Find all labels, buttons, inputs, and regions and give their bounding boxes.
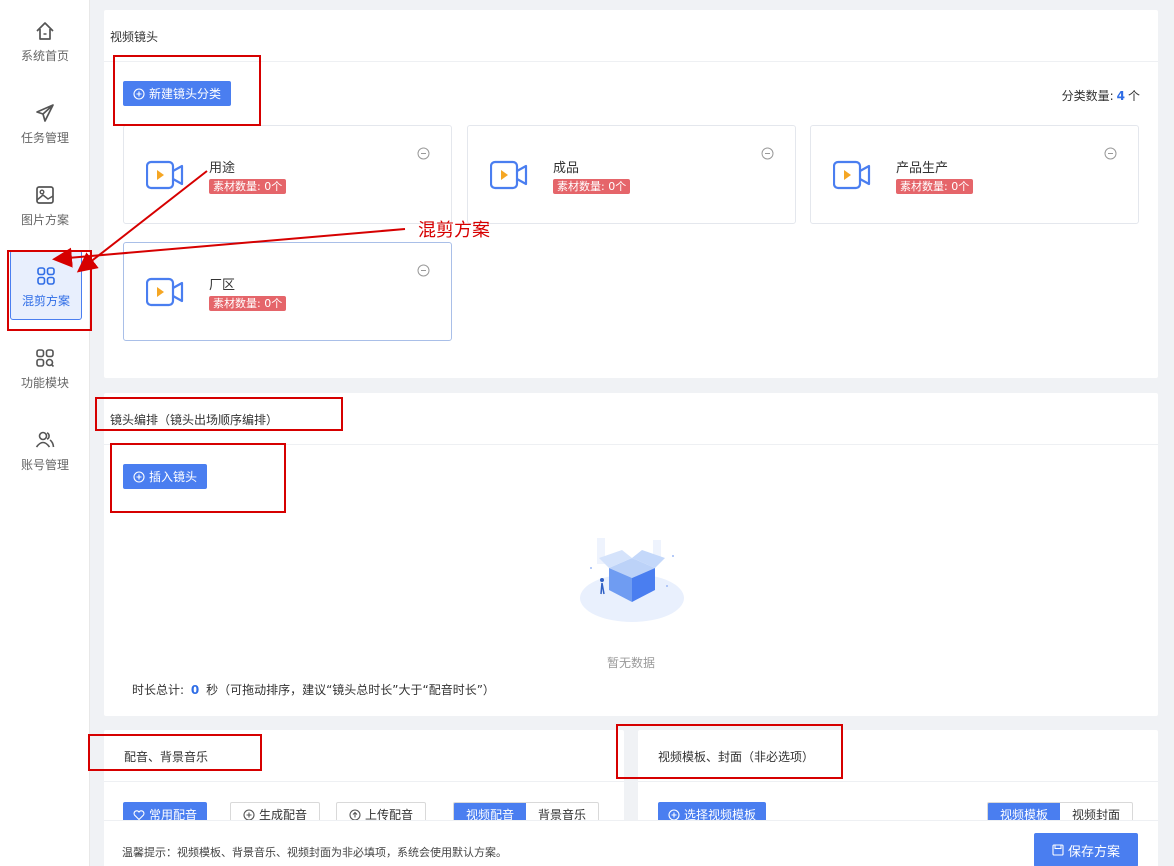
video-camera-icon [146, 160, 184, 190]
footer-tip: 温馨提示：视频模板、背景音乐、视频封面为非必填项，系统会使用默认方案。 [122, 846, 507, 859]
video-camera-icon [490, 160, 528, 190]
count-label: 分类数量: [1061, 89, 1114, 103]
save-plan-label: 保存方案 [1068, 844, 1121, 860]
annotation-box [88, 734, 262, 771]
sidebar-item-home[interactable]: 系统首页 [0, 20, 90, 90]
category-name: 成品 [553, 161, 580, 176]
send-icon [36, 104, 54, 122]
material-count-badge: 素材数量: 0个 [553, 179, 631, 194]
annotation-label: 混剪方案 [418, 220, 490, 241]
empty-box-icon [580, 538, 684, 622]
shots-title: 视频镜头 [110, 30, 159, 44]
remove-icon[interactable] [417, 147, 430, 160]
remove-icon[interactable] [417, 264, 430, 277]
annotation-box [95, 397, 343, 431]
duration-summary: 时长总计: 0 秒（可拖动排序，建议“镜头总时长”大于“配音时长”） [132, 681, 495, 698]
plus-circle-icon [668, 808, 680, 821]
sidebar-item-label: 功能模块 [20, 376, 69, 390]
duration-value: 0 [190, 683, 200, 697]
category-count: 分类数量: 4 个 [1062, 87, 1140, 104]
material-count-badge: 素材数量: 0个 [896, 179, 974, 194]
material-count-badge: 素材数量: 0个 [209, 179, 287, 194]
sidebar-item-accounts[interactable]: 账号管理 [0, 429, 90, 499]
image-icon [36, 186, 54, 204]
users-icon [35, 431, 55, 448]
sidebar-item-tasks[interactable]: 任务管理 [0, 102, 90, 172]
sidebar-item-label: 图片方案 [20, 213, 69, 227]
sidebar-item-modules[interactable]: 功能模块 [0, 347, 90, 417]
category-name: 产品生产 [896, 161, 949, 176]
empty-text: 暂无数据 [607, 656, 656, 670]
divider [104, 61, 1158, 62]
category-card[interactable]: 产品生产 素材数量: 0个 [810, 125, 1139, 224]
annotation-box [110, 443, 286, 513]
count-value: 4 [1116, 89, 1125, 103]
duration-suffix: 秒（可拖动排序，建议“镜头总时长”大于“配音时长”） [206, 683, 495, 697]
annotation-box [616, 724, 843, 779]
annotation-box [7, 250, 92, 331]
annotation-box [113, 55, 261, 126]
modules-icon [36, 349, 55, 368]
upload-icon [349, 808, 361, 821]
remove-icon[interactable] [761, 147, 774, 160]
sidebar-item-label: 账号管理 [20, 458, 69, 472]
divider [638, 781, 1158, 782]
home-icon [36, 22, 54, 40]
sidebar-item-label: 系统首页 [20, 49, 69, 63]
category-card[interactable]: 用途 素材数量: 0个 [123, 125, 452, 224]
save-icon [1052, 844, 1064, 856]
heart-icon [133, 809, 145, 820]
category-name: 用途 [209, 161, 236, 176]
category-card[interactable]: 成品 素材数量: 0个 [467, 125, 796, 224]
save-plan-button[interactable]: 保存方案 [1034, 833, 1139, 866]
sidebar-item-image-plan[interactable]: 图片方案 [0, 184, 90, 254]
sidebar-item-label: 任务管理 [20, 131, 69, 145]
sidebar: 系统首页 任务管理 图片方案 混剪方案 功能模块 账号管理 [0, 0, 90, 866]
plus-circle-icon [243, 808, 255, 821]
category-name: 厂区 [209, 278, 236, 293]
video-camera-icon [833, 160, 871, 190]
duration-prefix: 时长总计: [132, 683, 185, 697]
divider [104, 781, 624, 782]
shots-panel: 视频镜头 新建镜头分类 分类数量: 4 个 用途 素材数量: 0个 成品 素材数量:… [104, 10, 1158, 378]
video-camera-icon [146, 277, 184, 307]
material-count-badge: 素材数量: 0个 [209, 296, 287, 311]
arrange-panel: 镜头编排（镜头出场顺序编排） 插入镜头 暂无数据 时长总计: 0 秒（可拖动排序… [104, 393, 1158, 716]
footer-bar: 温馨提示：视频模板、背景音乐、视频封面为非必填项，系统会使用默认方案。 保存方案 [104, 820, 1158, 866]
category-card[interactable]: 厂区 素材数量: 0个 [123, 242, 452, 341]
count-unit: 个 [1127, 89, 1140, 103]
remove-icon[interactable] [1104, 147, 1117, 160]
